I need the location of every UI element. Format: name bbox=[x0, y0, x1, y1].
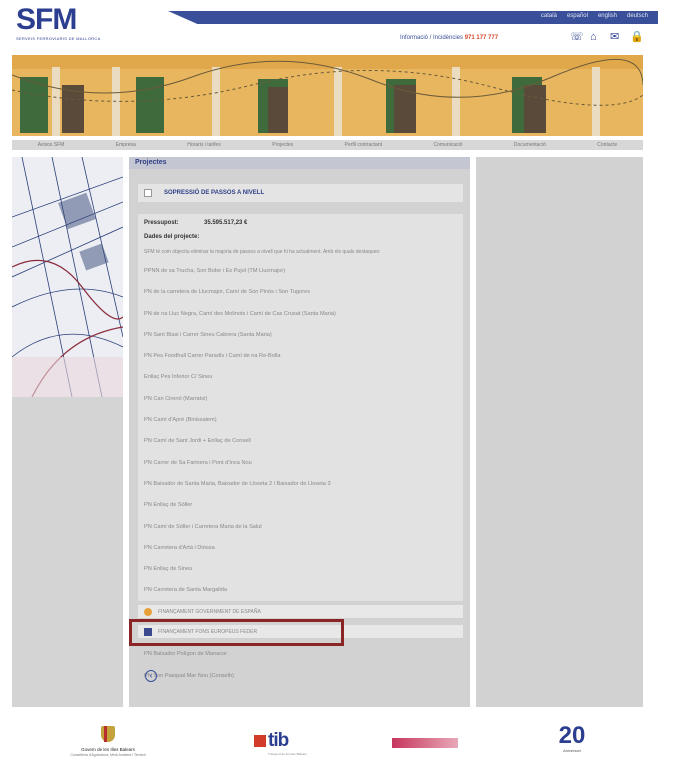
map-image bbox=[12, 157, 123, 397]
intro-text: SFM té com objectiu eliminar la majoria … bbox=[144, 249, 381, 255]
phone-icon[interactable]: ☏ bbox=[570, 31, 584, 43]
list-item: PN Pes Foodhall Carrer Paradís i Camí de… bbox=[144, 353, 281, 360]
list-item: PN Camí de Sóller i Carretera Maria de l… bbox=[144, 523, 262, 530]
anniversary-subtitle: Aniversari bbox=[563, 748, 581, 753]
anniversary-number: 20 bbox=[558, 722, 586, 749]
lang-english[interactable]: english bbox=[598, 13, 617, 19]
budget-value: 35.595.517,23 € bbox=[204, 220, 248, 226]
list-item: PN Camí d'Aprè (Binissalem) bbox=[144, 417, 217, 424]
lang-espanol[interactable]: español bbox=[567, 13, 588, 19]
list-item: PN Carretera de Santa Margalida bbox=[144, 587, 228, 594]
list-item: PN Sant Blasi i Carrer Sineu Cabrera (Sa… bbox=[144, 331, 272, 338]
nav-item-contacte[interactable]: Contacte bbox=[597, 142, 617, 148]
tib-text: tib bbox=[268, 730, 289, 751]
banner-image bbox=[12, 55, 643, 136]
list-item: PN de la carretera de Llucmajor, Camí de… bbox=[144, 289, 311, 296]
logo-text: SFM bbox=[16, 3, 77, 36]
budget-label: Pressupost: bbox=[144, 220, 179, 226]
left-column bbox=[12, 157, 123, 707]
lang-catala[interactable]: català bbox=[541, 13, 557, 19]
logo-subtitle: SERVEIS FERROVIARIS DE MALLORCA bbox=[16, 36, 101, 41]
info-line: Informació / Incidències 971 177 777 bbox=[400, 35, 498, 41]
list-item: Enllaç Pes Inferior C/ Sineu bbox=[144, 374, 213, 381]
list-item: PN Baixador Polígon de Manacor bbox=[144, 651, 228, 658]
list-item: PN Carrer de Sa Farinera i Pont d'Inca N… bbox=[144, 459, 252, 466]
accordion-body: Pressupost: 35.595.517,23 € Dades del pr… bbox=[138, 214, 463, 679]
tib-subtitle: Transport de les Illes Balears bbox=[268, 752, 307, 756]
financing-spain-label: FINANÇAMENT GOVERNMENT DE ESPAÑA bbox=[158, 608, 261, 615]
nav-item-documentacio[interactable]: Documentació bbox=[514, 142, 546, 148]
header: SFM SERVEIS FERROVIARIS DE MALLORCA cata… bbox=[0, 0, 673, 52]
section-title: Projectes bbox=[129, 157, 470, 169]
list-item: PN Baixador de Santa Maria, Baixador de … bbox=[144, 480, 331, 487]
budget-row: Pressupost: 35.595.517,23 € bbox=[144, 220, 457, 230]
list-item: PN de na Lluc Negra, Camí des Molinots i… bbox=[144, 310, 336, 317]
spain-flag-icon bbox=[144, 607, 152, 616]
mail-icon[interactable]: ✉ bbox=[610, 31, 621, 43]
list-item: PN Enllaç de Sóller bbox=[144, 502, 193, 509]
tib-square-icon bbox=[254, 735, 266, 747]
project-data-label: Dades del projecte: bbox=[144, 234, 200, 240]
home-icon[interactable]: ⌂ bbox=[590, 31, 601, 43]
nav-item-avisos[interactable]: Avisos SFM bbox=[38, 142, 65, 148]
tib-logo[interactable]: tib Transport de les Illes Balears bbox=[254, 730, 307, 756]
tren-logo[interactable] bbox=[392, 728, 462, 748]
nav-item-empresa[interactable]: Empresa bbox=[116, 142, 136, 148]
financing-spain-row[interactable]: FINANÇAMENT GOVERNMENT DE ESPAÑA bbox=[138, 605, 463, 619]
accordion-title: SOPRESSIÓ DE PASSOS A NIVELL bbox=[164, 190, 265, 196]
nav-item-comunicacio[interactable]: Comunicació bbox=[434, 142, 463, 148]
accordion-toggle-checkbox[interactable] bbox=[144, 189, 152, 197]
govern-logo[interactable]: Govern de les Illes Balears Conselleria … bbox=[58, 726, 158, 757]
header-icons: ☏ ⌂ ✉ 🔒 bbox=[570, 31, 644, 43]
list-item: PN Carretera d'Artà i Dinosa bbox=[144, 544, 215, 551]
nav-item-projectes[interactable]: Projectes bbox=[272, 142, 293, 148]
lang-deutsch[interactable]: deutsch bbox=[627, 13, 648, 19]
list-item: PPNN de sa Trucha, Son Bobe i Es Pujol (… bbox=[144, 268, 286, 274]
footer: Govern de les Illes Balears Conselleria … bbox=[0, 720, 673, 767]
govern-subtitle: Conselleria d'Agricultura, Medi Ambient … bbox=[70, 753, 146, 757]
anniversary-logo[interactable]: 20 Aniversari bbox=[552, 722, 592, 754]
main-content: Projectes SOPRESSIÓ DE PASSOS A NIVELL P… bbox=[129, 157, 470, 707]
main-nav: Avisos SFM Empresa Horaris i tarifes Pro… bbox=[12, 140, 643, 150]
accordion-header[interactable]: SOPRESSIÓ DE PASSOS A NIVELL bbox=[138, 184, 463, 202]
list-item: PN Enllaç de Sineu bbox=[144, 566, 193, 573]
list-item: PN Camí de Sant Jordi + Enllaç de Consel… bbox=[144, 438, 251, 445]
sfm-logo[interactable]: SFM SERVEIS FERROVIARIS DE MALLORCA bbox=[16, 3, 131, 42]
language-bar: català español english deutsch bbox=[168, 11, 658, 24]
tren-logo-bar bbox=[392, 738, 458, 748]
info-phone[interactable]: 971 177 777 bbox=[465, 35, 498, 41]
govern-shield-icon bbox=[101, 726, 115, 742]
govern-title: Govern de les Illes Balears bbox=[81, 747, 135, 752]
right-column bbox=[476, 157, 643, 707]
nav-item-perfil[interactable]: Perfil contractant bbox=[345, 142, 383, 148]
list-item: PN Can Cirerol (Marratxí) bbox=[144, 395, 208, 402]
list-item: PN Son Pasqual Mar Nou (Conselh) bbox=[144, 672, 234, 679]
back-arrow-icon[interactable]: ‹ bbox=[145, 670, 157, 682]
nav-item-horaris[interactable]: Horaris i tarifes bbox=[187, 142, 221, 148]
lock-icon[interactable]: 🔒 bbox=[630, 31, 644, 43]
highlight-box bbox=[129, 619, 344, 646]
info-label: Informació / Incidències bbox=[400, 35, 464, 41]
